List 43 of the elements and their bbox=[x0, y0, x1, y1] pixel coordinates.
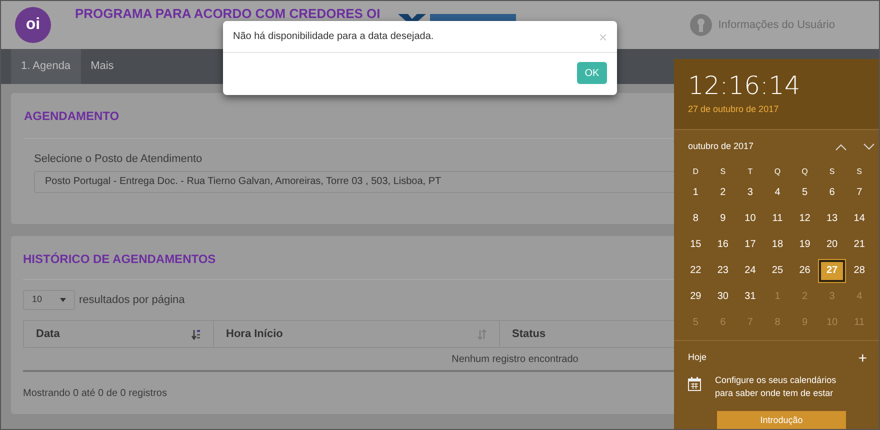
chevron-up-icon[interactable] bbox=[835, 142, 847, 151]
calendar-day[interactable]: 19 bbox=[792, 234, 818, 256]
calendar-day[interactable]: 9 bbox=[710, 208, 736, 230]
column-header[interactable]: Data bbox=[24, 321, 214, 347]
add-event-button[interactable]: + bbox=[858, 350, 867, 366]
calendar-day[interactable]: 16 bbox=[710, 234, 736, 256]
calendar-day[interactable]: 17 bbox=[737, 234, 764, 256]
month-label: outubro de 2017 bbox=[688, 140, 754, 153]
weekday-label: S bbox=[856, 166, 864, 178]
calendar-day[interactable]: 12 bbox=[792, 208, 818, 230]
dropdown-caret-icon bbox=[60, 298, 66, 302]
today-label: Hoje bbox=[688, 351, 707, 364]
calendar-day[interactable]: 29 bbox=[682, 286, 709, 308]
calendar-icon bbox=[688, 376, 701, 390]
page-size-label: resultados por página bbox=[79, 292, 185, 308]
calendar-day[interactable]: 8 bbox=[682, 208, 709, 230]
calendar-setup-hint: Configure os seus calendários para saber onde tem de estar bbox=[715, 374, 838, 400]
calendar-day[interactable]: 13 bbox=[819, 208, 846, 230]
calendar-day[interactable]: 31 bbox=[737, 286, 764, 308]
nav-tab[interactable]: Mais bbox=[80, 49, 124, 84]
calendar-day[interactable]: 14 bbox=[846, 208, 872, 230]
nav-tab[interactable]: 1. Agenda bbox=[11, 49, 81, 84]
dialog-message: Não há disponibilidade para a data desejada. bbox=[233, 30, 434, 44]
calendar-day[interactable]: 30 bbox=[710, 286, 736, 308]
clock-date: 27 de outubro de 2017 bbox=[688, 103, 780, 116]
calendar-day[interactable]: 10 bbox=[737, 208, 764, 230]
calendar-day[interactable]: 23 bbox=[710, 260, 736, 282]
calendar-day[interactable]: 25 bbox=[764, 260, 790, 282]
calendar-day[interactable]: 24 bbox=[737, 260, 764, 282]
sort-ascending-icon[interactable] bbox=[191, 328, 201, 340]
table-info: Mostrando 0 até 0 de 0 registros bbox=[23, 387, 167, 401]
field-label: Selecione o Posto de Atendimento bbox=[34, 152, 204, 167]
logo: oi bbox=[15, 7, 51, 43]
page-size-select[interactable]: 10 bbox=[23, 290, 75, 310]
calendar-day[interactable]: 26 bbox=[792, 260, 818, 282]
calendar-day[interactable]: 22 bbox=[682, 260, 709, 282]
chevron-down-icon[interactable] bbox=[863, 142, 875, 151]
calendar-day[interactable]: 20 bbox=[819, 234, 846, 256]
calendar-day[interactable]: 18 bbox=[764, 234, 790, 256]
calendar-day[interactable]: 15 bbox=[682, 234, 709, 256]
column-header[interactable]: Hora Início bbox=[214, 321, 500, 347]
app-title: PROGRAMA PARA ACORDO COM CREDORES OI bbox=[75, 7, 380, 21]
calendar-day[interactable]: 11 bbox=[764, 208, 790, 230]
